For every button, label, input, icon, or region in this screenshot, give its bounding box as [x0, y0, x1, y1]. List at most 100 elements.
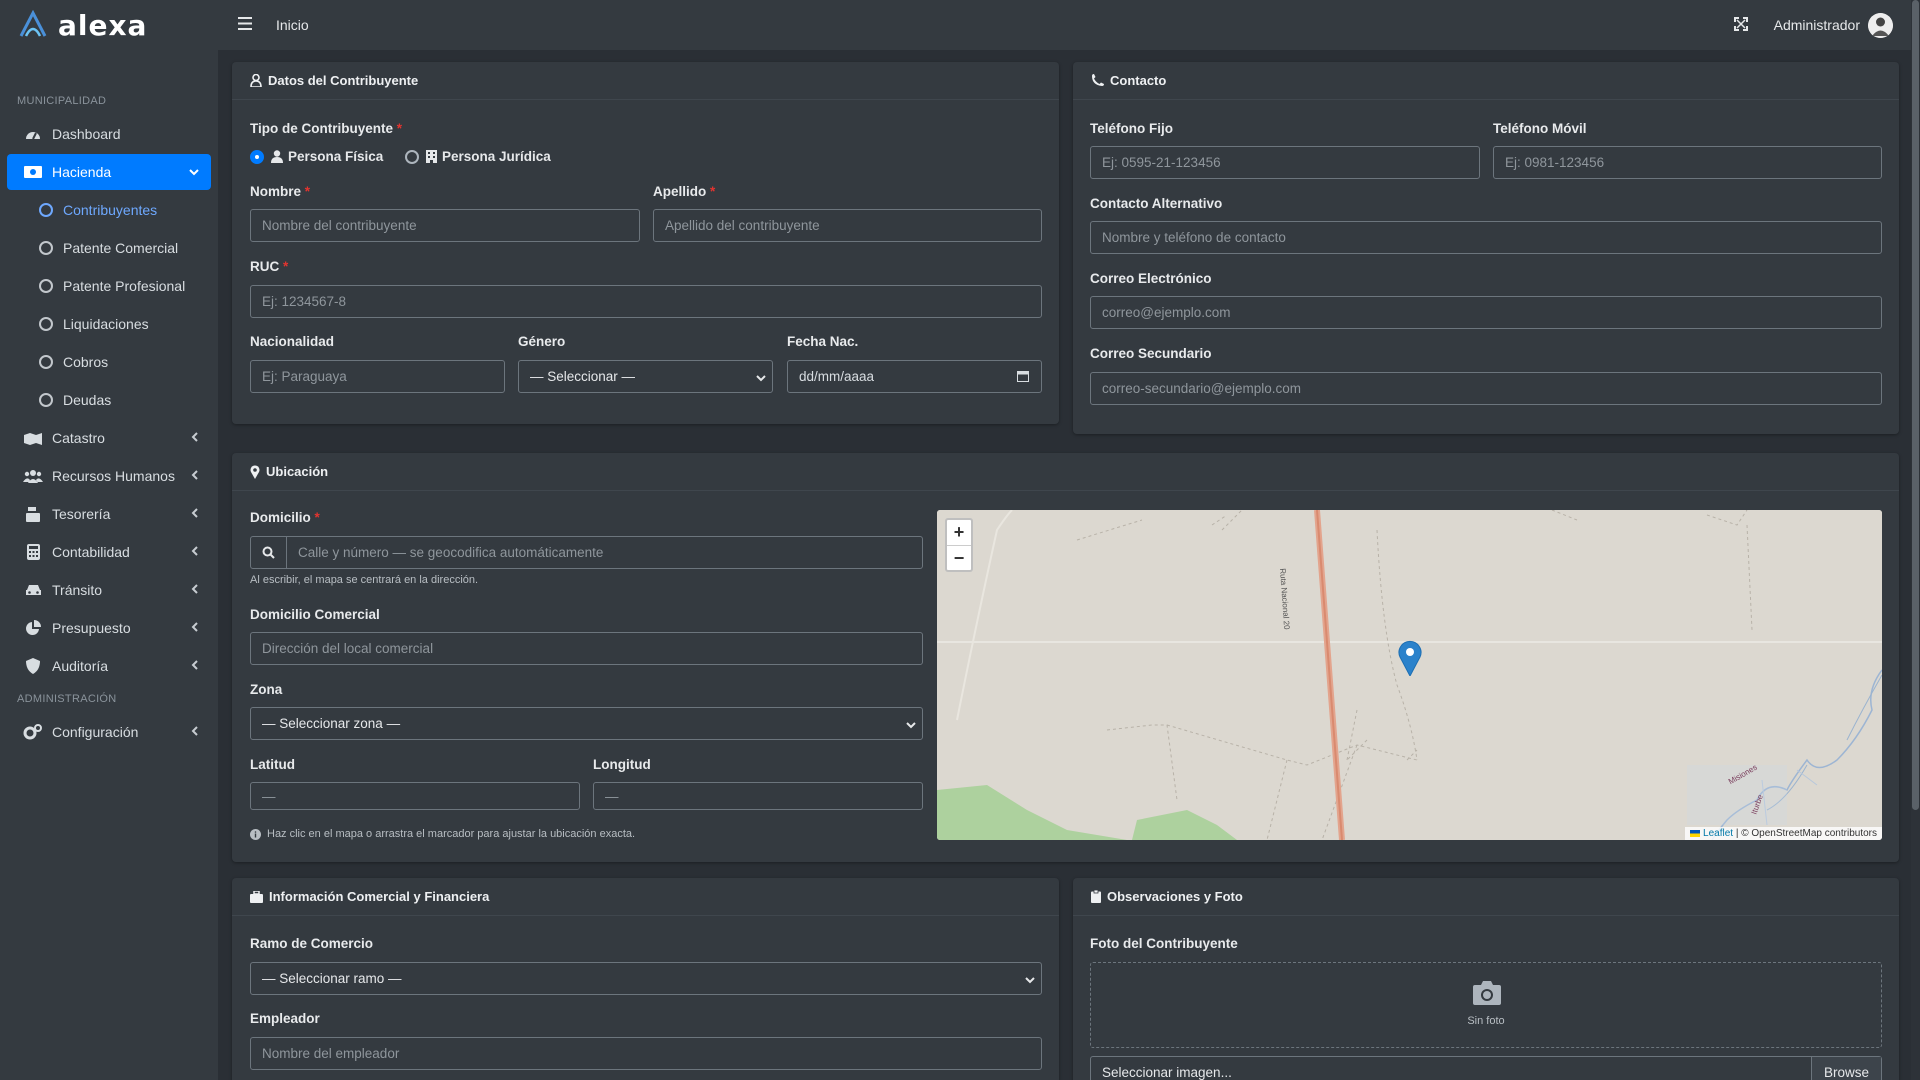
sidebar-item-label: Contabilidad [52, 544, 130, 560]
sidebar-sub-label: Contribuyentes [63, 202, 158, 218]
photo-file-input[interactable]: Seleccionar imagen... Browse [1090, 1056, 1882, 1080]
sidebar-item-transito[interactable]: Tránsito [7, 572, 211, 608]
domicilio-input[interactable]: Calle y número — se geocodifica automáti… [298, 545, 603, 560]
zoom-out-button[interactable]: − [947, 545, 971, 570]
foto-label: Foto del Contribuyente [1090, 936, 1238, 951]
building-icon [426, 150, 437, 163]
correo-secundario-input[interactable]: correo-secundario@ejemplo.com [1090, 372, 1882, 405]
sidebar-item-label: Configuración [52, 724, 139, 740]
zona-label: Zona [250, 682, 283, 697]
sidebar-sub-contribuyentes[interactable]: Contribuyentes [7, 192, 211, 228]
sidebar-item-tesoreria[interactable]: Tesorería [7, 496, 211, 532]
domicilio-label: Domicilio * [250, 510, 320, 525]
dashboard-icon [23, 126, 43, 142]
chevron-down-icon [189, 165, 199, 179]
sidebar-item-recursos-humanos[interactable]: Recursos Humanos [7, 458, 211, 494]
radio-persona-juridica[interactable]: Persona Jurídica [405, 149, 551, 164]
chevron-left-icon [191, 725, 199, 739]
latitud-label: Latitud [250, 757, 295, 772]
chevron-left-icon [191, 583, 199, 597]
card-header: Contacto [1073, 62, 1899, 100]
ruc-input[interactable]: Ej: 1234567-8 [250, 285, 1042, 318]
map-marker-icon [250, 464, 260, 479]
alexa-logo-icon [19, 10, 47, 37]
location-map[interactable]: Ruta Nacional 20 Misiones Iturbe + − Lea… [937, 510, 1882, 840]
domicilio-hint: Al escribir, el mapa se centrará en la d… [250, 574, 479, 586]
scrollbar-thumb[interactable] [1912, 0, 1919, 810]
user-icon [250, 74, 262, 87]
card-title: Información Comercial y Financiera [269, 889, 490, 904]
ramo-select[interactable]: — Seleccionar ramo — [250, 962, 1042, 995]
photo-preview[interactable]: Sin foto [1090, 962, 1882, 1048]
tipo-contribuyente-label: Tipo de Contribuyente * [250, 121, 403, 136]
telefono-movil-input[interactable]: Ej: 0981-123456 [1493, 146, 1882, 179]
user-name[interactable]: Administrador [1774, 17, 1860, 33]
sidebar-item-contabilidad[interactable]: Contabilidad [7, 534, 211, 570]
genero-select[interactable]: — Seleccionar — [518, 360, 773, 393]
leaflet-link[interactable]: Leaflet [1703, 828, 1733, 839]
osm-attribution[interactable]: | © OpenStreetMap contributors [1736, 828, 1877, 839]
telefono-fijo-input[interactable]: Ej: 0595-21-123456 [1090, 146, 1480, 179]
correo-secundario-label: Correo Secundario [1090, 346, 1212, 361]
chevron-left-icon [191, 621, 199, 635]
browse-button[interactable]: Browse [1811, 1057, 1881, 1080]
radio-button[interactable] [405, 149, 419, 164]
sidebar-sub-patente-comercial[interactable]: Patente Comercial [7, 230, 211, 266]
page-scrollbar[interactable] [1911, 0, 1920, 1080]
telefono-movil-label: Teléfono Móvil [1493, 121, 1587, 136]
date-value: dd/mm/aaaa [799, 369, 875, 384]
sidebar-item-label: Recursos Humanos [52, 468, 175, 484]
longitud-input[interactable]: — [593, 782, 923, 810]
nacionalidad-input[interactable]: Ej: Paraguaya [250, 360, 505, 393]
breadcrumb-inicio[interactable]: Inicio [276, 17, 309, 33]
select-value: — Seleccionar zona — [262, 716, 401, 731]
chevron-left-icon [191, 431, 199, 445]
fecha-nac-label: Fecha Nac. [787, 334, 859, 349]
money-icon [23, 164, 43, 180]
empleador-input[interactable]: Nombre del empleador [250, 1037, 1042, 1070]
zoom-in-button[interactable]: + [947, 520, 971, 545]
avatar[interactable] [1868, 12, 1893, 38]
sidebar-item-auditoria[interactable]: Auditoría [7, 648, 211, 684]
sidebar-item-dashboard[interactable]: Dashboard [7, 116, 211, 152]
contacto-alternativo-label: Contacto Alternativo [1090, 196, 1223, 211]
sidebar-sub-liquidaciones[interactable]: Liquidaciones [7, 306, 211, 342]
card-title: Ubicación [266, 464, 329, 479]
map-hint-text: Haz clic en el mapa o arrastra el marcad… [267, 828, 636, 840]
fullscreen-icon[interactable] [1733, 16, 1748, 34]
sidebar-item-configuracion[interactable]: Configuración [7, 714, 211, 750]
calendar-icon[interactable] [1017, 370, 1029, 385]
map-attribution: Leaflet | © OpenStreetMap contributors [1685, 827, 1882, 840]
cash-register-icon [23, 506, 43, 522]
sidebar-item-hacienda[interactable]: Hacienda [7, 154, 211, 190]
zona-select[interactable]: — Seleccionar zona — [250, 707, 923, 740]
sidebar: alexa MUNICIPALIDAD Dashboard Hacienda C… [0, 0, 218, 1080]
latitud-input[interactable]: — [250, 782, 580, 810]
radio-persona-fisica[interactable]: Persona Física [250, 149, 383, 164]
sidebar-item-catastro[interactable]: Catastro [7, 420, 211, 456]
correo-input[interactable]: correo@ejemplo.com [1090, 296, 1882, 329]
card-title: Observaciones y Foto [1107, 889, 1243, 904]
car-icon [23, 582, 43, 598]
person-icon [271, 150, 283, 163]
menu-icon[interactable] [238, 17, 254, 33]
sidebar-sub-label: Patente Profesional [63, 278, 186, 294]
sidebar-sub-deudas[interactable]: Deudas [7, 382, 211, 418]
sidebar-sub-cobros[interactable]: Cobros [7, 344, 211, 380]
chevron-left-icon [191, 659, 199, 673]
sidebar-item-presupuesto[interactable]: Presupuesto [7, 610, 211, 646]
phone-icon [1091, 74, 1104, 87]
contacto-alternativo-input[interactable]: Nombre y teléfono de contacto [1090, 221, 1882, 254]
sidebar-sub-label: Deudas [63, 392, 112, 408]
sin-foto-text: Sin foto [1467, 1015, 1505, 1027]
clipboard-icon [1091, 890, 1101, 903]
domicilio-comercial-input[interactable]: Dirección del local comercial [250, 632, 923, 665]
card-header: Observaciones y Foto [1073, 878, 1899, 916]
radio-button-checked[interactable] [250, 149, 264, 164]
map-zoom-control: + − [945, 518, 973, 572]
sidebar-sub-patente-profesional[interactable]: Patente Profesional [7, 268, 211, 304]
fecha-nac-input[interactable]: dd/mm/aaaa [787, 360, 1042, 393]
brand[interactable]: alexa [0, 0, 218, 50]
nombre-input[interactable]: Nombre del contribuyente [250, 209, 640, 242]
apellido-input[interactable]: Apellido del contribuyente [653, 209, 1042, 242]
